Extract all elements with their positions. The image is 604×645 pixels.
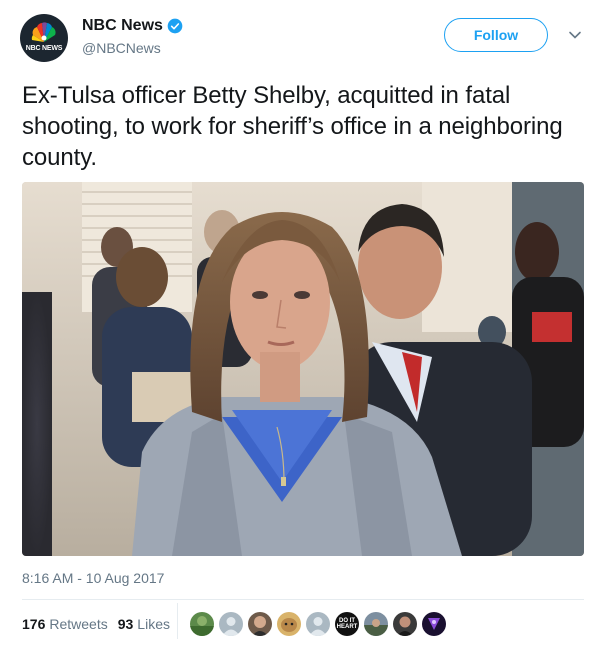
peacock-logo-icon [31, 22, 56, 42]
tweet-header: NBC NEWS NBC News @NBCNews Follow [20, 14, 586, 64]
name-row: NBC News [82, 17, 183, 35]
retweets-label[interactable]: Retweets [49, 616, 107, 632]
default-avatar-icon [219, 612, 243, 636]
tweet-photo[interactable] [22, 182, 584, 556]
avatar-label: NBC NEWS [25, 45, 63, 52]
tweet-text: Ex-Tulsa officer Betty Shelby, acquitted… [22, 82, 563, 171]
verified-badge-icon [167, 18, 183, 34]
liker-avatar[interactable] [190, 612, 214, 636]
cat-avatar-icon [277, 612, 301, 636]
liker-avatar[interactable] [248, 612, 272, 636]
courtroom-photo-image [22, 182, 584, 556]
display-name[interactable]: NBC News [82, 17, 163, 35]
likes-label[interactable]: Likes [137, 616, 170, 632]
stats-separator [177, 603, 178, 639]
purple-avatar-icon [422, 612, 446, 636]
user-handle[interactable]: @NBCNews [82, 40, 161, 56]
person-avatar-icon [393, 612, 417, 636]
person-avatar-icon [248, 612, 272, 636]
divider [22, 599, 584, 600]
liker-avatar[interactable] [306, 612, 330, 636]
outdoor-avatar-icon [364, 612, 388, 636]
tweet-timestamp[interactable]: 8:16 AM - 10 Aug 2017 [22, 570, 164, 586]
liker-avatar[interactable] [393, 612, 417, 636]
chevron-down-icon[interactable] [568, 28, 582, 42]
follow-button[interactable]: Follow [444, 18, 548, 52]
liker-avatar[interactable] [364, 612, 388, 636]
liker-avatar[interactable] [219, 612, 243, 636]
nbc-news-avatar[interactable]: NBC NEWS [20, 14, 68, 62]
landscape-avatar-icon [190, 612, 214, 636]
liker-avatar[interactable] [277, 612, 301, 636]
default-avatar-icon [306, 612, 330, 636]
retweets-count[interactable]: 176 [22, 616, 45, 632]
do-it-logo-avatar-icon[interactable]: DO IT HEART [335, 612, 359, 636]
liker-avatars: DO IT HEART [190, 612, 451, 636]
likes-count[interactable]: 93 [118, 616, 134, 632]
liker-avatar[interactable] [422, 612, 446, 636]
tweet-stats: 176 Retweets 93 Likes [22, 612, 170, 636]
